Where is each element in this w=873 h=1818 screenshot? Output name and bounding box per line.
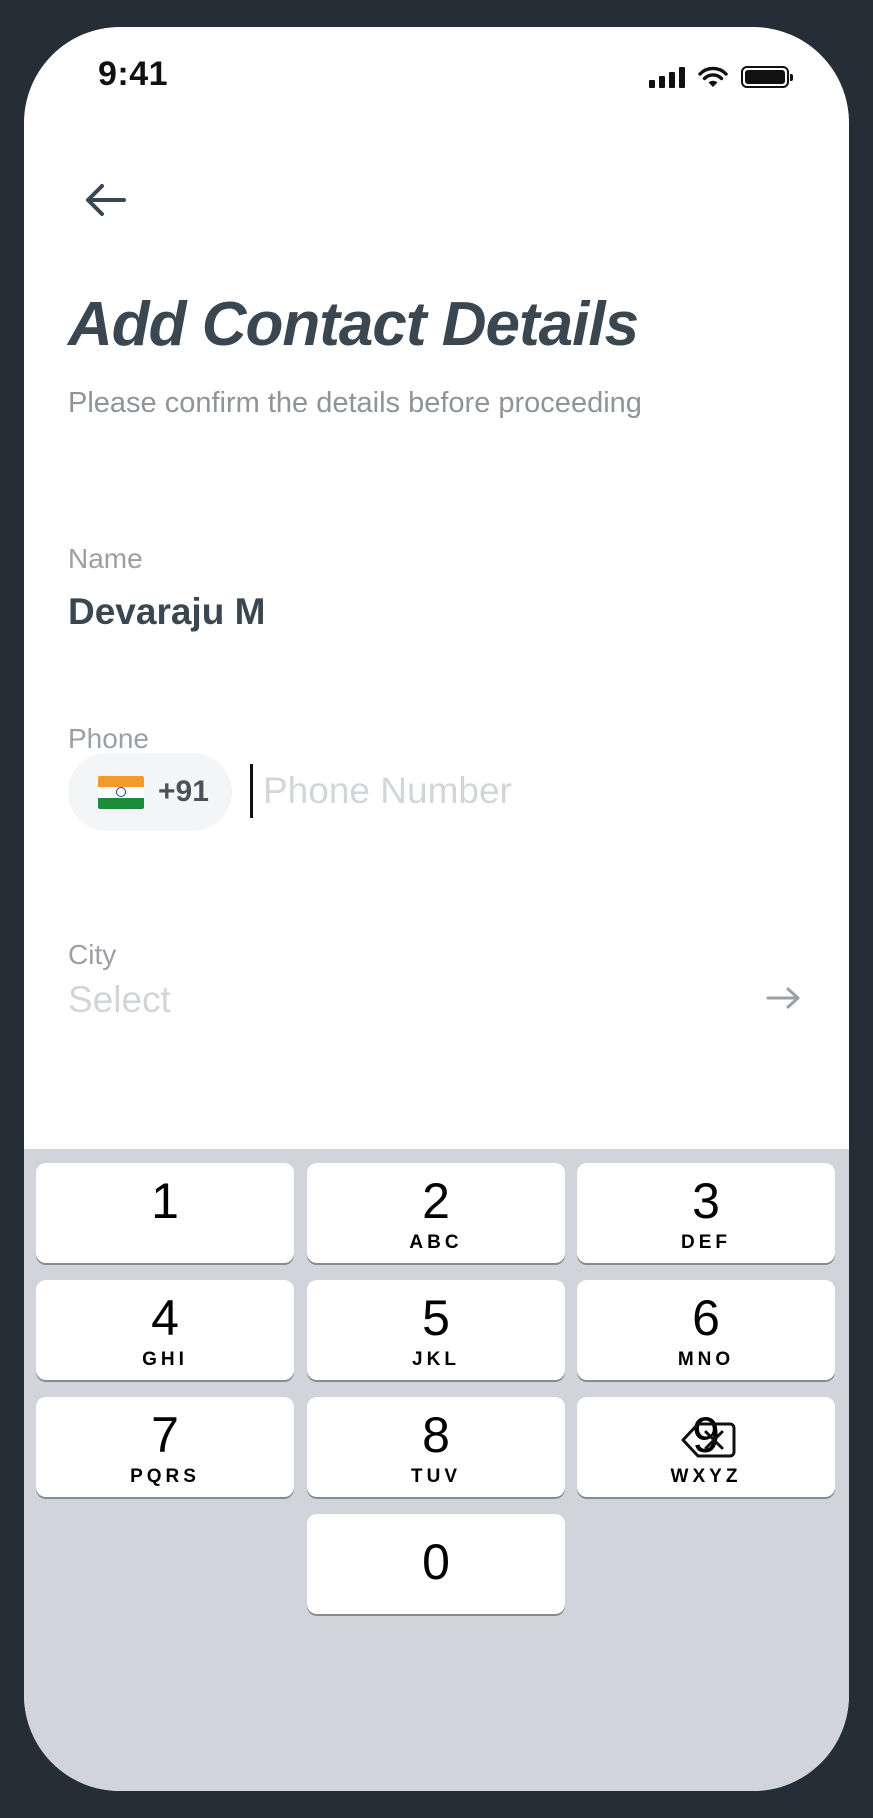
key-8[interactable]: 8 TUV: [307, 1397, 565, 1497]
city-select[interactable]: Select: [68, 971, 828, 1031]
backspace-icon: [681, 1422, 736, 1458]
country-dial-code: +91: [158, 775, 209, 808]
key-4[interactable]: 4 GHI: [36, 1280, 294, 1380]
phone-label: Phone: [68, 723, 149, 754]
key-7[interactable]: 7 PQRS: [36, 1397, 294, 1497]
city-placeholder: Select: [68, 979, 171, 1020]
key-2[interactable]: 2 ABC: [307, 1163, 565, 1263]
city-label: City: [68, 939, 117, 970]
status-bar: 9:41: [24, 27, 849, 127]
page-subtitle: Please confirm the details before procee…: [68, 387, 642, 419]
name-value: Devaraju M: [68, 591, 266, 632]
india-flag-icon: [98, 775, 144, 809]
page-title: Add Contact Details: [68, 290, 639, 359]
chevron-right-arrow-icon: [766, 987, 800, 1009]
status-icons: [649, 65, 793, 89]
key-5[interactable]: 5 JKL: [307, 1280, 565, 1380]
device-frame: 9:41 Add Contact Details Please confirm …: [0, 0, 873, 1818]
cellular-signal-icon: [649, 66, 685, 88]
numeric-keypad: 1 2 ABC 3 DEF 4 GHI 5 JKL 6 MNO 7 PQRS 8…: [24, 1149, 849, 1791]
phone-number-input[interactable]: [250, 764, 750, 818]
screen: 9:41 Add Contact Details Please confirm …: [24, 27, 849, 1791]
battery-icon: [741, 66, 793, 88]
key-3[interactable]: 3 DEF: [577, 1163, 835, 1263]
back-button[interactable]: [76, 175, 136, 225]
wifi-icon: [698, 66, 728, 87]
delete-key[interactable]: [680, 1420, 740, 1470]
name-label: Name: [68, 543, 143, 574]
status-time: 9:41: [98, 55, 169, 93]
key-6[interactable]: 6 MNO: [577, 1280, 835, 1380]
key-1[interactable]: 1: [36, 1163, 294, 1263]
back-arrow-icon: [86, 184, 126, 216]
key-0[interactable]: 0: [307, 1514, 565, 1614]
country-code-selector[interactable]: +91: [68, 753, 232, 831]
